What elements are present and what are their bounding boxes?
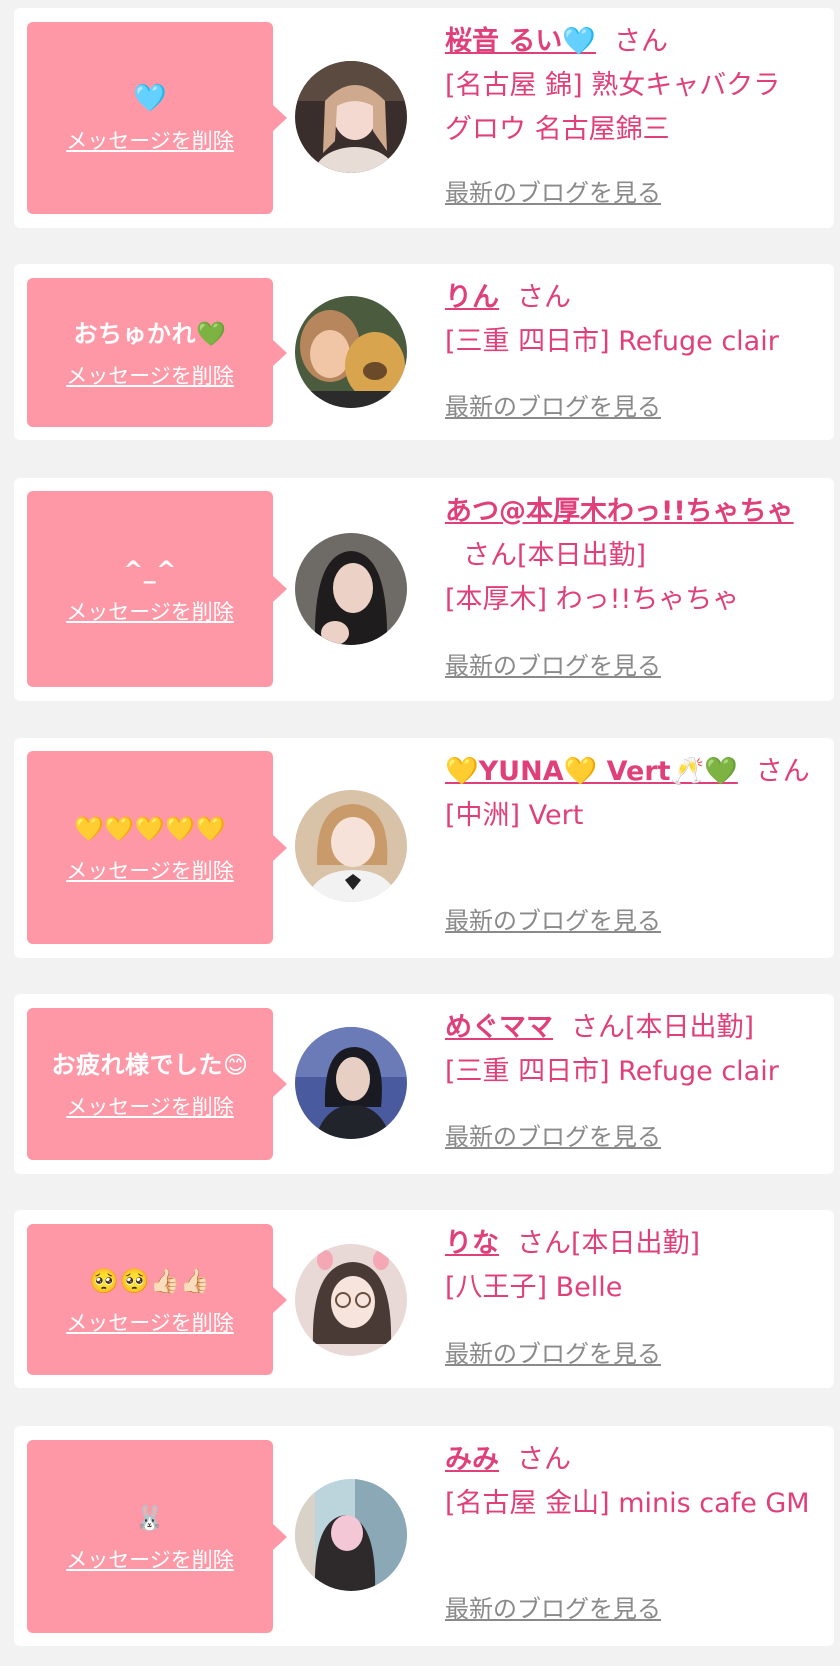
sender-info: めぐママ さん[本日出勤] [三重 四日市] Refuge clair (445, 1006, 815, 1094)
message-bubble: 🥺🥺👍🏻👍🏻 メッセージを削除 (27, 1224, 287, 1375)
shop-label: [三重 四日市] Refuge clair (445, 1056, 779, 1087)
sender-info: みみ さん [名古屋 金山] minis cafe GM (445, 1438, 815, 1526)
message-text: ^_^ (123, 556, 177, 584)
status-tag: [本日出勤] (625, 1012, 755, 1043)
profile-photo-icon (295, 533, 407, 645)
status-tag: [本日出勤] (571, 1228, 701, 1259)
shop-label: [名古屋 金山] minis cafe GM (445, 1488, 810, 1519)
latest-blog-link[interactable]: 最新のブログを見る (445, 906, 661, 936)
delete-message-link[interactable]: メッセージを削除 (66, 858, 234, 884)
profile-photo-icon (295, 1479, 407, 1591)
sender-name-link[interactable]: あつ@本厚木わっ!!ちゃちゃ (445, 496, 794, 527)
avatar[interactable] (295, 533, 407, 645)
message-bubble: 💛💛💛💛💛 メッセージを削除 (27, 751, 287, 944)
honorific-label: さん (517, 1228, 571, 1259)
message-text: 🐰 (134, 1503, 166, 1532)
avatar[interactable] (295, 790, 407, 902)
sender-info: りん さん [三重 四日市] Refuge clair (445, 276, 815, 364)
avatar[interactable] (295, 1244, 407, 1356)
sender-name-link[interactable]: 桜音 るい🩵 (445, 26, 596, 57)
avatar[interactable] (295, 61, 407, 173)
sender-info: りな さん[本日出勤] [八王子] Belle (445, 1222, 815, 1310)
sender-name-link[interactable]: めぐママ (445, 1012, 553, 1043)
latest-blog-link[interactable]: 最新のブログを見る (445, 1339, 661, 1369)
latest-blog-link[interactable]: 最新のブログを見る (445, 392, 661, 422)
sender-info: 💛YUNA💛 Vert🥂💚 さん [中洲] Vert (445, 750, 815, 838)
honorific-label: さん (614, 26, 669, 57)
honorific-label: さん (571, 1012, 625, 1043)
shop-label: [三重 四日市] Refuge clair (445, 326, 779, 357)
avatar[interactable] (295, 1479, 407, 1591)
shop-label: [名古屋 錦] 熟女キャバクラ グロウ 名古屋錦三 (445, 70, 781, 145)
delete-message-link[interactable]: メッセージを削除 (66, 1310, 234, 1336)
shop-label: [中洲] Vert (445, 800, 584, 831)
message-bubble: おちゅかれ💚 メッセージを削除 (27, 278, 287, 427)
delete-message-link[interactable]: メッセージを削除 (66, 1094, 234, 1120)
shop-label: [本厚木] わっ!!ちゃちゃ (445, 584, 740, 615)
sender-name-link[interactable]: りん (445, 282, 499, 313)
latest-blog-link[interactable]: 最新のブログを見る (445, 178, 661, 208)
message-text: 🩵 (132, 83, 168, 114)
latest-blog-link[interactable]: 最新のブログを見る (445, 651, 661, 681)
message-text: 🥺🥺👍🏻👍🏻 (89, 1266, 211, 1295)
message-list: 🩵 メッセージを削除 桜音 るい🩵 さん [名古屋 錦] 熟女キャバクラ グロウ … (0, 0, 840, 1666)
message-text: お疲れ様でした😊 (51, 1051, 249, 1079)
sender-name-link[interactable]: りな (445, 1228, 499, 1259)
honorific-label: さん (517, 1444, 571, 1475)
honorific-label: さん (517, 282, 571, 313)
delete-message-link[interactable]: メッセージを削除 (66, 599, 234, 625)
profile-photo-icon (295, 296, 407, 408)
message-text: おちゅかれ💚 (73, 319, 227, 348)
profile-photo-icon (295, 1244, 407, 1356)
profile-photo-icon (295, 790, 407, 902)
message-bubble: お疲れ様でした😊 メッセージを削除 (27, 1008, 287, 1160)
delete-message-link[interactable]: メッセージを削除 (66, 128, 234, 154)
honorific-label: さん (755, 756, 810, 787)
message-bubble: 🐰 メッセージを削除 (27, 1440, 287, 1633)
message-bubble: 🩵 メッセージを削除 (27, 22, 287, 214)
honorific-label: さん (463, 540, 517, 571)
latest-blog-link[interactable]: 最新のブログを見る (445, 1594, 661, 1624)
sender-name-link[interactable]: 💛YUNA💛 Vert🥂💚 (445, 756, 738, 787)
avatar[interactable] (295, 296, 407, 408)
latest-blog-link[interactable]: 最新のブログを見る (445, 1122, 661, 1152)
avatar[interactable] (295, 1027, 407, 1139)
profile-photo-icon (295, 61, 407, 173)
delete-message-link[interactable]: メッセージを削除 (66, 1547, 234, 1573)
sender-info: あつ@本厚木わっ!!ちゃちゃさん[本日出勤] [本厚木] わっ!!ちゃちゃ (445, 490, 815, 622)
delete-message-link[interactable]: メッセージを削除 (66, 363, 234, 389)
shop-label: [八王子] Belle (445, 1272, 623, 1303)
profile-photo-icon (295, 1027, 407, 1139)
message-text: 💛💛💛💛💛 (74, 814, 226, 843)
status-tag: [本日出勤] (517, 540, 647, 571)
message-bubble: ^_^ メッセージを削除 (27, 491, 287, 687)
sender-name-link[interactable]: みみ (445, 1444, 499, 1475)
sender-info: 桜音 るい🩵 さん [名古屋 錦] 熟女キャバクラ グロウ 名古屋錦三 (445, 20, 815, 152)
